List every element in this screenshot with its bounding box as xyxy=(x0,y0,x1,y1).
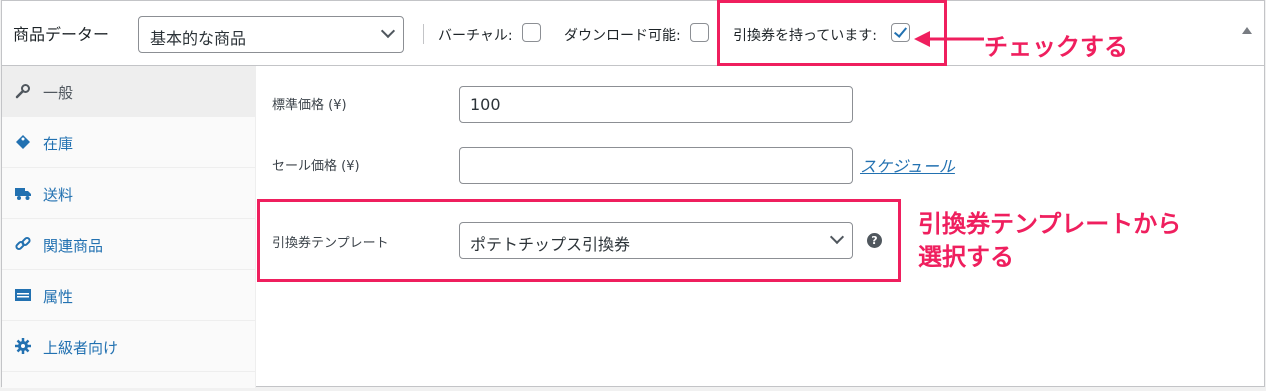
arrow-icon xyxy=(914,31,984,47)
tab-inventory[interactable]: 在庫 xyxy=(2,117,255,168)
product-type-select[interactable]: 基本的な商品 xyxy=(138,16,404,53)
downloadable-label: ダウンロード可能: xyxy=(564,28,681,44)
regular-price-label: 標準価格 (¥) xyxy=(272,98,347,113)
annotation-select-line2: 選択する xyxy=(918,243,1014,271)
tab-label: 送料 xyxy=(43,186,74,204)
tag-icon xyxy=(16,135,30,149)
tab-advanced[interactable]: 上級者向け xyxy=(2,321,255,372)
tab-shipping[interactable]: 送料 xyxy=(2,168,255,219)
regular-price-value: 100 xyxy=(470,95,501,114)
tab-label: 関連商品 xyxy=(43,237,104,255)
truck-icon xyxy=(15,188,31,200)
collapse-toggle-icon[interactable] xyxy=(1242,27,1252,34)
schedule-link[interactable]: スケジュール xyxy=(860,153,955,177)
sale-price-input[interactable] xyxy=(459,147,853,184)
tab-label: 在庫 xyxy=(43,135,74,153)
tab-label: 一般 xyxy=(43,84,74,102)
gear-icon xyxy=(15,338,31,354)
tab-attributes[interactable]: 属性 xyxy=(2,270,255,321)
highlight-voucher-template xyxy=(257,199,901,282)
header-divider xyxy=(423,24,424,44)
annotation-select-line1: 引換券テンプレートから xyxy=(918,210,1182,238)
downloadable-checkbox[interactable] xyxy=(690,23,709,42)
tab-linked-products[interactable]: 関連商品 xyxy=(2,219,255,270)
list-icon xyxy=(15,289,31,301)
tab-general[interactable]: 一般 xyxy=(2,66,255,117)
sale-price-label: セール価格 (¥) xyxy=(272,159,360,174)
link-icon xyxy=(15,236,31,251)
panel-title: 商品データー xyxy=(13,25,110,44)
virtual-label: バーチャル: xyxy=(438,28,513,44)
virtual-checkbox[interactable] xyxy=(522,23,541,42)
product-data-tabs: 一般 在庫 送料 関連商品 属性 上級者向け xyxy=(2,66,256,388)
tab-label: 属性 xyxy=(43,288,74,306)
wrench-icon xyxy=(15,84,30,99)
tab-label: 上級者向け xyxy=(43,339,119,357)
product-type-value: 基本的な商品 xyxy=(150,29,247,48)
regular-price-input[interactable]: 100 xyxy=(459,86,853,123)
chevron-down-icon xyxy=(380,23,396,39)
annotation-check: チェックする xyxy=(984,33,1128,61)
